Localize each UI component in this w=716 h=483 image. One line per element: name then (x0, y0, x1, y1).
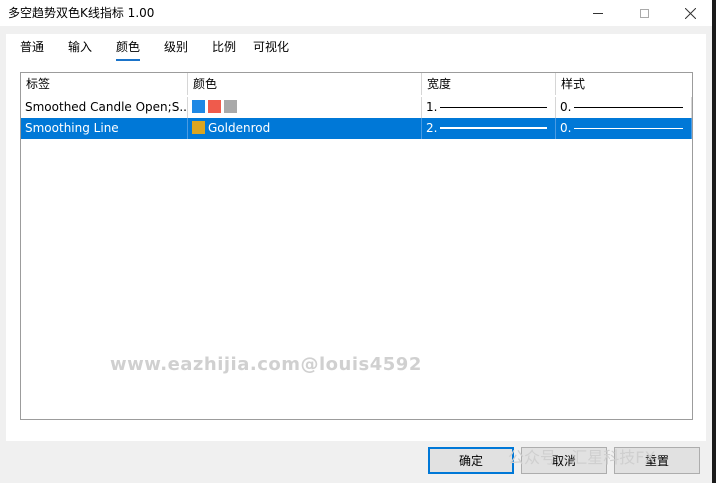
style-value: 0. (560, 121, 572, 135)
color-swatch[interactable] (192, 100, 205, 113)
color-swatch[interactable] (192, 121, 205, 134)
table-header: 标签 颜色 宽度 样式 (21, 73, 692, 95)
column-header-style[interactable]: 样式 (556, 73, 692, 95)
maximize-icon (639, 8, 649, 18)
row-width-cell[interactable]: 1. (422, 97, 556, 118)
minimize-button[interactable] (575, 0, 621, 26)
overlay-watermark: 公众号 · 汇星科技FX (508, 448, 656, 467)
tab-colors[interactable]: 颜色 (116, 38, 141, 61)
color-name: Goldenrod (208, 121, 271, 135)
width-line-sample (440, 127, 547, 129)
minimize-icon (593, 12, 603, 14)
style-line-sample (574, 107, 683, 108)
title-bar: 多空趋势双色K线指标 1.00 (0, 0, 716, 26)
window-title: 多空趋势双色K线指标 1.00 (8, 6, 155, 20)
column-header-width[interactable]: 宽度 (422, 73, 556, 95)
table-row[interactable]: Smoothed Candle Open;S... 1. 0. (21, 97, 692, 118)
row-width-cell[interactable]: 2. (422, 118, 556, 139)
dialog-panel: 普通 输入 颜色 级别 比例 可视化 标签 颜色 宽度 样式 Smoothed … (6, 34, 706, 441)
tab-levels[interactable]: 级别 (164, 38, 188, 59)
tab-general[interactable]: 普通 (20, 38, 44, 59)
row-color-cell[interactable] (188, 97, 422, 118)
tab-bar: 普通 输入 颜色 级别 比例 可视化 (6, 34, 706, 61)
width-value: 2. (426, 121, 438, 135)
ok-button[interactable]: 确定 (428, 447, 514, 474)
color-swatch[interactable] (224, 100, 237, 113)
tab-visualization[interactable]: 可视化 (253, 38, 289, 59)
width-value: 1. (426, 100, 438, 114)
watermark-text: www.eazhijia.com@louis4592 (110, 354, 422, 375)
style-line-sample (574, 128, 683, 129)
row-style-cell[interactable]: 0. (556, 118, 692, 139)
row-label: Smoothing Line (21, 118, 188, 139)
width-line-sample (440, 107, 547, 108)
tab-scale[interactable]: 比例 (212, 38, 236, 59)
close-button[interactable] (667, 0, 713, 26)
close-icon (684, 7, 696, 19)
color-swatch[interactable] (208, 100, 221, 113)
style-value: 0. (560, 100, 572, 114)
tab-inputs[interactable]: 输入 (68, 38, 92, 59)
column-header-color[interactable]: 颜色 (188, 73, 422, 95)
row-label: Smoothed Candle Open;S... (21, 97, 188, 118)
table-row-selected[interactable]: Smoothing Line Goldenrod 2. 0. (21, 118, 692, 139)
background-window-edge (712, 0, 716, 483)
row-color-cell[interactable]: Goldenrod (188, 118, 422, 139)
column-header-label[interactable]: 标签 (21, 73, 188, 95)
maximize-button[interactable] (621, 0, 667, 26)
row-style-cell[interactable]: 0. (556, 97, 692, 118)
